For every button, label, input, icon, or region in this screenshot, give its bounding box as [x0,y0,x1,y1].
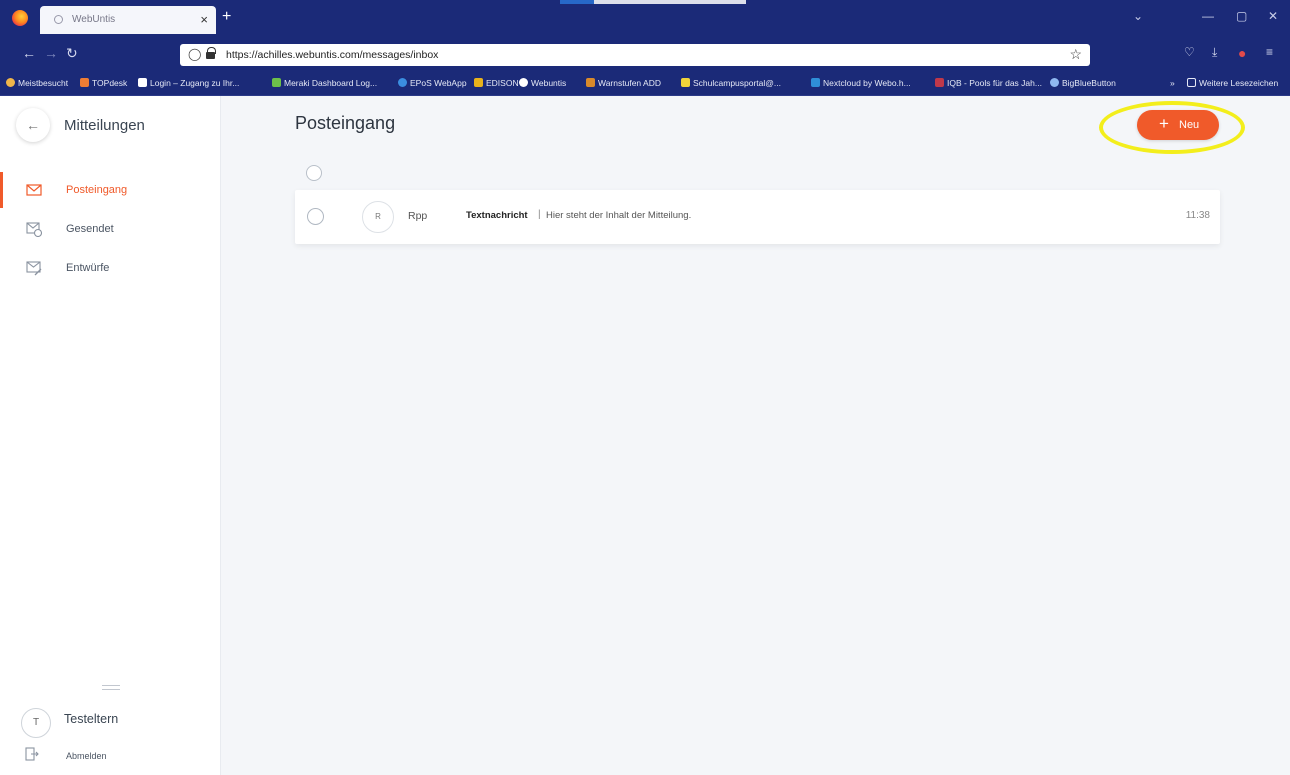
window-close-icon[interactable]: ✕ [1268,9,1278,23]
page-title: Posteingang [295,113,396,133]
resize-handle-icon[interactable] [102,685,120,690]
new-button-label: Neu [1179,119,1200,131]
back-arrow-icon[interactable]: ← [22,45,36,61]
maximize-icon[interactable]: ▢ [1236,9,1247,23]
browser-nav-bar: ← → ↻ ◯ https://achilles.webuntis.com/me… [0,38,1290,72]
draft-envelope-icon [26,261,42,276]
sidebar-item-entwuerfe[interactable]: Entwürfe [0,250,221,286]
reload-icon[interactable]: ↻ [66,45,78,62]
sent-envelope-icon [26,222,42,237]
bookmark-item[interactable]: TOPdesk [80,78,127,88]
bookmark-item[interactable]: EPoS WebApp [398,78,467,88]
tab-list-icon[interactable]: ⌄ [1133,9,1143,23]
sidebar-item-gesendet[interactable]: Gesendet [0,211,221,247]
close-tab-icon[interactable]: × [200,12,208,27]
more-bookmarks-icon[interactable]: » [1170,78,1175,88]
bookmark-item[interactable]: Webuntis [519,78,566,88]
browser-tab-bar: WebUntis × + ⌄ — ▢ ✕ [0,0,1290,38]
logout-icon[interactable] [25,747,39,761]
bookmarks-toolbar: Meistbesucht TOPdesk Login – Zugang zu I… [0,72,1290,96]
back-button[interactable]: ← [16,108,50,142]
menu-icon[interactable]: ≡ [1266,45,1273,59]
bookmark-item[interactable]: Warnstufen ADD [586,78,661,88]
sidebar-item-label: Posteingang [66,184,128,196]
sidebar-item-label: Entwürfe [66,262,110,274]
bookmark-item[interactable]: Schulcampusportal@... [681,78,781,88]
sidebar-title: Mitteilungen [64,117,145,134]
url-text[interactable]: https://achilles.webuntis.com/messages/i… [226,49,438,61]
message-time: 11:38 [1185,210,1210,221]
select-all-checkbox[interactable] [306,165,322,181]
inbox-envelope-icon [26,184,42,196]
lock-icon[interactable] [206,47,216,59]
sidebar-item-label: Gesendet [66,223,114,235]
bookmark-item[interactable]: Meraki Dashboard Log... [272,78,377,88]
bookmark-item[interactable]: EDISON [474,78,519,88]
new-message-button[interactable]: + Neu [1137,110,1219,140]
tracking-shield-icon[interactable]: ◯ [188,47,201,61]
avatar[interactable]: T [21,708,51,738]
user-name[interactable]: Testeltern [64,712,118,726]
new-tab-icon[interactable]: + [222,8,231,26]
bookmark-item[interactable]: Nextcloud by Webo.h... [811,78,911,88]
sidebar-item-posteingang[interactable]: Posteingang [0,172,221,208]
window-drag-indicator [560,0,746,4]
pocket-icon[interactable]: ♡ [1184,45,1195,59]
tab-title: WebUntis [72,14,116,25]
main-content: Posteingang + Neu R Rpp Textnachricht | … [222,96,1290,775]
plus-icon: + [1159,114,1169,133]
tab-favicon-icon [54,15,63,24]
bookmark-star-icon[interactable]: ☆ [1069,46,1082,63]
sidebar: ← Mitteilungen Posteingang Gesendet Entw… [0,96,221,775]
bookmark-item[interactable]: Login – Zugang zu Ihr... [138,78,239,88]
message-row[interactable]: R Rpp Textnachricht | Hier steht der Inh… [295,190,1220,244]
message-preview: Hier steht der Inhalt der Mitteilung. [546,210,692,221]
address-bar[interactable]: ◯ https://achilles.webuntis.com/messages… [180,44,1090,66]
bookmark-item[interactable]: IQB - Pools für das Jah... [935,78,1042,88]
subject-separator: | [538,209,541,220]
browser-tab[interactable]: WebUntis × [40,6,216,34]
firefox-logo-icon [12,10,28,26]
other-bookmarks-folder[interactable]: Weitere Lesezeichen [1187,78,1278,88]
forward-arrow-icon[interactable]: → [44,45,58,61]
bookmark-item[interactable]: BigBlueButton [1050,78,1116,88]
message-sender: Rpp [408,210,428,222]
logout-link[interactable]: Abmelden [66,751,107,761]
message-checkbox[interactable] [307,208,324,225]
minimize-icon[interactable]: — [1202,9,1214,23]
message-subject: Textnachricht [466,210,528,221]
bookmark-item[interactable]: Meistbesucht [6,78,68,88]
sender-avatar: R [362,201,394,233]
extension-icon[interactable]: ● [1238,45,1246,61]
downloads-icon[interactable]: ⤓ [1212,45,1217,60]
active-indicator [0,172,3,208]
